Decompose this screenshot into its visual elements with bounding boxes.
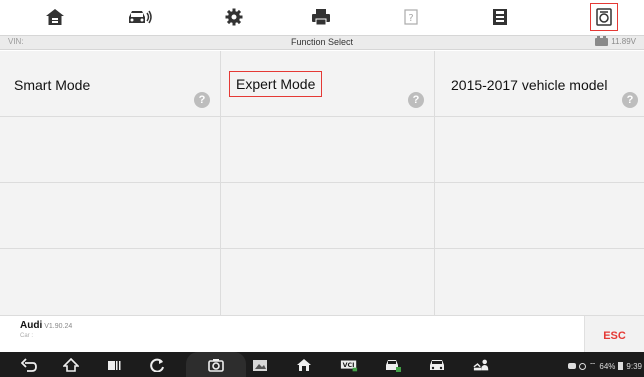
tile-label: Expert Mode [229, 71, 323, 97]
selected-data-icon[interactable] [590, 3, 618, 31]
camera-icon[interactable] [207, 356, 225, 373]
svg-text:?: ? [408, 13, 413, 24]
brand-name: Audi [20, 320, 43, 331]
help-icon[interactable]: ? [622, 92, 638, 108]
refresh-icon[interactable] [148, 356, 166, 373]
chat-icon [567, 363, 576, 369]
wifi-icon: ⌔ [588, 361, 597, 370]
empty-tile [435, 117, 644, 183]
vci-icon[interactable]: VCI [340, 356, 358, 373]
app-window: ? VIN: Function Select 11.89V Smart Mode… [0, 0, 644, 377]
footer-bar: Audi V1.90.24 Car : ESC [0, 315, 644, 353]
vehicle-scan-icon[interactable] [384, 356, 402, 373]
tile-label: Smart Mode [14, 77, 91, 93]
car-label: Car : [20, 333, 34, 339]
print-icon[interactable] [307, 3, 335, 31]
voltage-value: 11.89V [611, 37, 636, 46]
car-icon[interactable] [428, 356, 446, 373]
empty-tile [221, 117, 435, 183]
car-battery-icon [595, 35, 609, 46]
empty-tile [0, 249, 221, 315]
back-icon[interactable] [20, 356, 38, 373]
tile-label: 2015-2017 vehicle model [451, 77, 608, 93]
empty-tile [0, 117, 221, 183]
save-icon[interactable] [486, 3, 514, 31]
settings-gear-icon[interactable] [220, 3, 248, 31]
empty-tile [435, 183, 644, 249]
function-tile-expert-mode[interactable]: Expert Mode ? [221, 51, 435, 117]
vehicle-info: Audi V1.90.24 [20, 320, 72, 331]
status-bar: ⌔ 64% 9:39 [567, 361, 642, 371]
help-icon[interactable]: ? [194, 92, 210, 108]
esc-button[interactable]: ESC [584, 316, 644, 353]
clock: 9:39 [626, 361, 642, 371]
notification-icon [578, 362, 586, 370]
remote-expert-icon[interactable] [473, 356, 491, 373]
help-icon[interactable]: ? [408, 92, 424, 108]
home-app-icon[interactable] [295, 356, 313, 373]
home-nav-icon[interactable] [62, 356, 80, 373]
page-title: Function Select [290, 37, 354, 47]
function-header: VIN: Function Select 11.89V [0, 35, 644, 50]
battery-icon [618, 362, 624, 370]
top-toolbar: ? [0, 0, 644, 35]
software-version: V1.90.24 [44, 323, 73, 330]
help-icon[interactable]: ? [397, 3, 425, 31]
battery-voltage: 11.89V [595, 35, 636, 46]
empty-tile [221, 249, 435, 315]
empty-tile [0, 183, 221, 249]
image-tools-icon[interactable] [251, 356, 269, 373]
android-nav-bar [0, 352, 644, 377]
car-diagnostics-icon[interactable] [125, 3, 153, 31]
empty-tile [435, 249, 644, 315]
battery-percent: 64% [599, 361, 616, 371]
function-tile-smart-mode[interactable]: Smart Mode ? [0, 51, 221, 117]
function-grid: Smart Mode ? Expert Mode ? 2015-2017 veh… [0, 51, 644, 315]
empty-tile [221, 183, 435, 249]
recent-apps-icon[interactable] [105, 356, 123, 373]
function-tile-2015-2017-model[interactable]: 2015-2017 vehicle model ? [435, 51, 644, 117]
home-icon[interactable] [41, 3, 69, 31]
